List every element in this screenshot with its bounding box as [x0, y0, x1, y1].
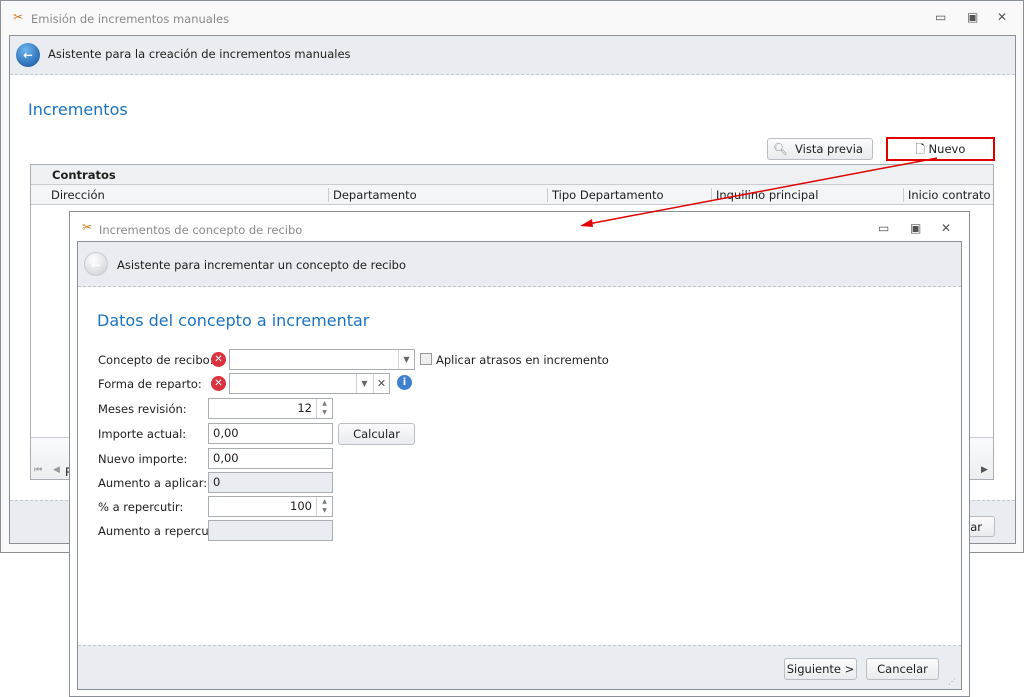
annotation-arrow — [580, 157, 938, 227]
